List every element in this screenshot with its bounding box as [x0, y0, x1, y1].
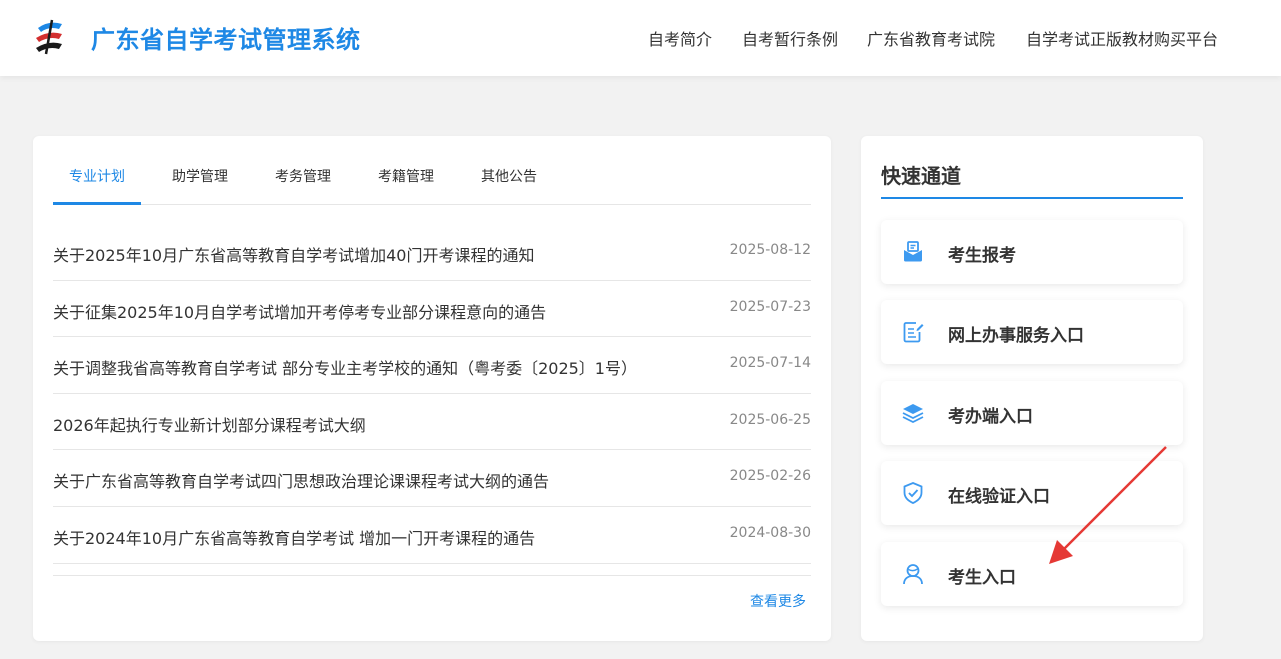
- quick-item-label: 考办端入口: [948, 407, 1033, 427]
- tab-other-notices[interactable]: 其他公告: [481, 166, 537, 186]
- news-tabs: 专业计划 助学管理 考务管理 考籍管理 其他公告: [53, 136, 811, 205]
- news-item[interactable]: 关于调整我省高等教育自学考试 部分专业主考学校的通知（粤考委〔2025〕1号） …: [53, 337, 811, 394]
- news-date: 2025-02-26: [729, 468, 811, 485]
- quick-item-label: 考生报考: [948, 246, 1016, 266]
- quick-item-candidate-portal[interactable]: 考生入口: [881, 542, 1183, 606]
- news-item[interactable]: 关于广东省高等教育自学考试四门思想政治理论课课程考试大纲的通告 2025-02-…: [53, 450, 811, 507]
- news-title[interactable]: 关于2024年10月广东省高等教育自学考试 增加一门开考课程的通告: [53, 525, 535, 549]
- tab-student-records[interactable]: 考籍管理: [378, 166, 434, 186]
- view-more-link[interactable]: 查看更多: [750, 591, 806, 611]
- quick-access-panel: 快速通道 考生报考 网上办事服务入口 考办端入口 在线验证入口 考生入口: [861, 136, 1203, 641]
- layers-icon: [902, 404, 924, 424]
- site-title[interactable]: 广东省自学考试管理系统: [91, 20, 361, 55]
- quick-item-online-verification[interactable]: 在线验证入口: [881, 461, 1183, 525]
- top-header: 广东省自学考试管理系统 自考简介 自考暂行条例 广东省教育考试院 自学考试正版教…: [0, 0, 1281, 76]
- news-date: 2025-06-25: [729, 411, 811, 428]
- quick-item-label: 考生入口: [948, 568, 1016, 588]
- document-edit-icon: [903, 322, 924, 343]
- quick-item-admin-portal[interactable]: 考办端入口: [881, 381, 1183, 445]
- news-title[interactable]: 关于调整我省高等教育自学考试 部分专业主考学校的通知（粤考委〔2025〕1号）: [53, 355, 637, 379]
- nav-regulations[interactable]: 自考暂行条例: [742, 26, 838, 50]
- news-item[interactable]: 2026年起执行专业新计划部分课程考试大纲 2025-06-25: [53, 394, 811, 451]
- news-list: 关于2025年10月广东省高等教育自学考试增加40门开考课程的通知 2025-0…: [53, 224, 811, 564]
- nav-intro[interactable]: 自考简介: [648, 26, 712, 50]
- tab-study-support[interactable]: 助学管理: [172, 166, 228, 186]
- news-item[interactable]: 关于2025年10月广东省高等教育自学考试增加40门开考课程的通知 2025-0…: [53, 224, 811, 281]
- user-icon: [903, 564, 923, 585]
- news-title[interactable]: 关于广东省高等教育自学考试四门思想政治理论课课程考试大纲的通告: [53, 468, 549, 492]
- tab-exam-affairs[interactable]: 考务管理: [275, 166, 331, 186]
- mailbox-icon: [904, 241, 922, 262]
- news-title[interactable]: 2026年起执行专业新计划部分课程考试大纲: [53, 412, 366, 436]
- quick-access-title: 快速通道: [881, 164, 961, 188]
- news-item[interactable]: 关于征集2025年10月自学考试增加开考停考专业部分课程意向的通告 2025-0…: [53, 281, 811, 338]
- quick-item-online-services[interactable]: 网上办事服务入口: [881, 300, 1183, 364]
- list-divider: [53, 575, 811, 576]
- quick-access-title-underline: [881, 197, 1183, 199]
- quick-item-label: 网上办事服务入口: [948, 326, 1084, 346]
- shield-check-icon: [903, 482, 923, 504]
- news-date: 2025-07-14: [729, 355, 811, 372]
- news-date: 2025-08-12: [729, 242, 811, 258]
- tab-major-plan[interactable]: 专业计划: [69, 166, 125, 186]
- nav-exam-authority[interactable]: 广东省教育考试院: [867, 26, 995, 50]
- news-date: 2025-07-23: [729, 298, 811, 315]
- nav-textbook-platform[interactable]: 自学考试正版教材购买平台: [1026, 26, 1218, 50]
- news-title[interactable]: 关于征集2025年10月自学考试增加开考停考专业部分课程意向的通告: [53, 299, 546, 323]
- logo-icon[interactable]: [32, 18, 66, 56]
- active-tab-indicator: [53, 202, 141, 205]
- quick-item-label: 在线验证入口: [948, 487, 1050, 507]
- news-item[interactable]: 关于2024年10月广东省高等教育自学考试 增加一门开考课程的通告 2024-0…: [53, 507, 811, 564]
- news-date: 2024-08-30: [729, 524, 811, 541]
- news-title[interactable]: 关于2025年10月广东省高等教育自学考试增加40门开考课程的通知: [53, 242, 534, 266]
- news-panel: 专业计划 助学管理 考务管理 考籍管理 其他公告 关于2025年10月广东省高等…: [33, 136, 831, 641]
- quick-item-exam-registration[interactable]: 考生报考: [881, 220, 1183, 284]
